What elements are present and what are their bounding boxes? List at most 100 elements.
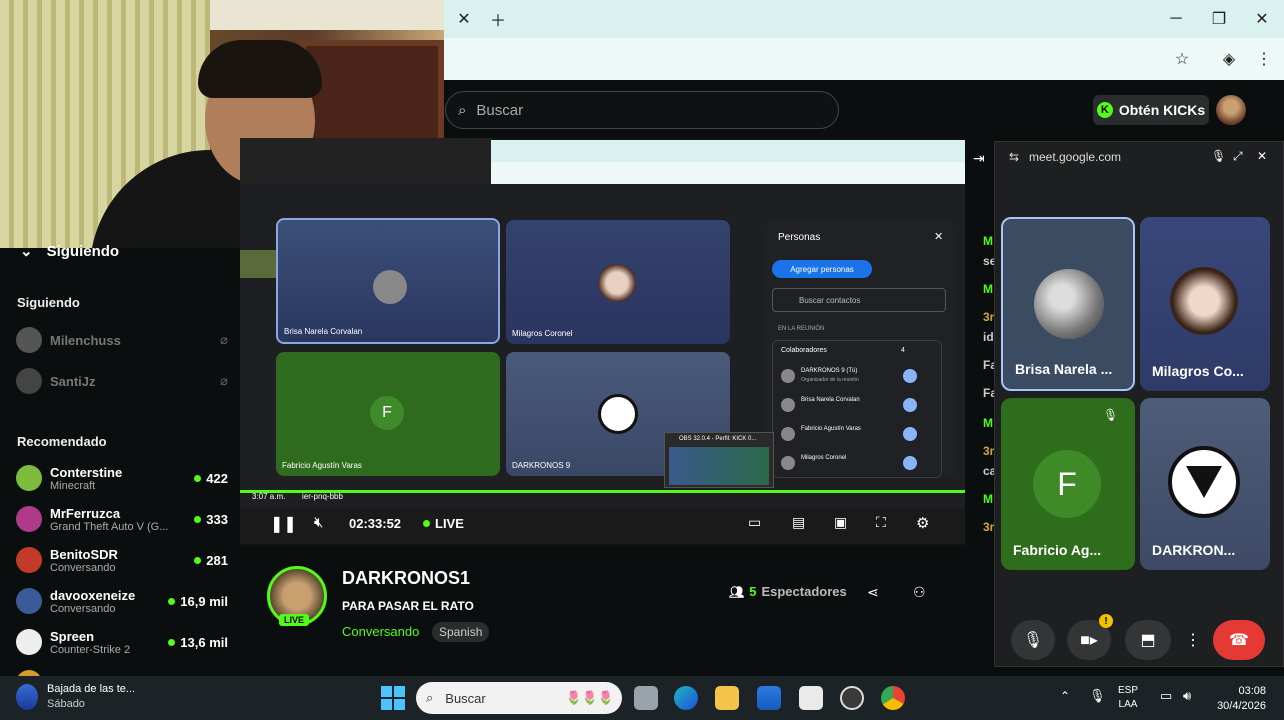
leave-call-button[interactable]: ☎ xyxy=(1213,620,1265,660)
user-avatar[interactable] xyxy=(1216,95,1246,125)
window-close-icon[interactable]: ✕ xyxy=(1248,5,1276,33)
get-kicks-button[interactable]: K Obtén KICKs xyxy=(1093,95,1209,125)
obs-icon[interactable] xyxy=(840,686,864,710)
chevron-up-icon[interactable]: ⌃ xyxy=(1060,689,1070,703)
microphone-icon[interactable]: 🎙︎ xyxy=(1089,688,1106,704)
chat-message-fragment: id xyxy=(983,330,994,344)
stream-video[interactable]: Brisa Narela Corvalan Milagros Coronel F… xyxy=(240,138,965,546)
chat-message-fragment: M xyxy=(983,282,993,296)
sidebar-item-recommended[interactable]: davooxeneize Conversando 16,9 mil xyxy=(16,583,228,619)
volume-icon[interactable]: 🔊︎ xyxy=(1183,688,1191,704)
language-indicator[interactable]: ESP LAA xyxy=(1118,684,1138,712)
taskbar-search-input[interactable]: ⌕ Buscar 🌷🌷🌷 xyxy=(416,682,622,714)
extension-icon[interactable]: ◈ xyxy=(1215,45,1243,73)
weather-icon[interactable] xyxy=(16,684,38,710)
sidebar-item-following[interactable]: Milenchuss ⌀ xyxy=(16,322,228,358)
inner-tile: F Fabricio Agustín Varas xyxy=(276,352,500,476)
meet-tile[interactable]: DARKRON... xyxy=(1140,398,1270,570)
bookmark-star-icon[interactable]: ☆ xyxy=(1168,45,1196,73)
capcut-icon[interactable] xyxy=(799,686,823,710)
category-link[interactable]: Conversando xyxy=(342,624,419,639)
pip-icon[interactable]: ▣ xyxy=(834,514,847,531)
expand-icon[interactable]: ⤢ xyxy=(1233,149,1243,164)
viewer-count: 333 xyxy=(194,512,228,527)
avatar xyxy=(16,465,42,491)
theater-icon[interactable]: ▭ xyxy=(748,514,761,531)
mic-off-icon: 🎙︎ xyxy=(1103,408,1119,422)
new-tab-icon[interactable]: ＋ xyxy=(484,5,512,33)
more-options-button[interactable]: ⋮ xyxy=(1183,620,1203,660)
participant-row: DARKRONOS 9 (Tú) Organizador de la reunió… xyxy=(781,365,936,389)
viewer-count: 13,6 mil xyxy=(168,635,228,650)
sidebar-item-recommended[interactable]: MrFerruzca Grand Theft Auto V (G... 333 xyxy=(16,501,228,537)
network-icon[interactable]: ▭ xyxy=(1160,688,1172,704)
swap-icon[interactable]: ⇆ xyxy=(1009,150,1019,164)
task-view-icon[interactable] xyxy=(634,686,658,710)
share-icon[interactable]: ⋖ xyxy=(867,584,879,601)
file-explorer-icon[interactable] xyxy=(715,686,739,710)
edge-icon[interactable] xyxy=(674,686,698,710)
maximize-icon[interactable]: ❐ xyxy=(1205,5,1233,33)
inner-tile: Milagros Coronel xyxy=(506,220,730,344)
avatar xyxy=(16,506,42,532)
participant-row: Brisa Narela Corvalan xyxy=(781,394,936,418)
start-icon[interactable] xyxy=(381,686,405,710)
person-hair xyxy=(198,40,322,98)
sidebar-item-recommended[interactable]: BenitoSDR Conversando 281 xyxy=(16,542,228,578)
minimize-icon[interactable]: ─ xyxy=(1162,5,1190,33)
sidebar-item-following[interactable]: SantiJz ⌀ xyxy=(16,363,228,399)
present-button[interactable]: ⬒ xyxy=(1125,620,1171,660)
kick-coin-icon: K xyxy=(1096,102,1113,118)
viewer-count: 281 xyxy=(194,553,228,568)
recommended-section-title: Recomendado xyxy=(17,434,107,449)
meet-url: meet.google.com xyxy=(1029,150,1122,164)
store-icon[interactable] xyxy=(757,686,781,710)
ceiling xyxy=(210,0,444,30)
mic-small-icon[interactable]: 🎙︎ xyxy=(1211,149,1226,163)
chat-message-fragment: 3r xyxy=(983,310,995,324)
close-tab-icon[interactable]: ✕ xyxy=(450,5,478,33)
close-icon[interactable]: ✕ xyxy=(1257,149,1267,163)
settings-gear-icon[interactable]: ⚙ xyxy=(916,514,929,532)
inner-browser-tabs xyxy=(491,140,965,162)
stream-time: 02:33:52 xyxy=(349,516,402,531)
stream-progress xyxy=(240,490,965,493)
audio-indicator-icon xyxy=(903,369,917,383)
sidebar-item-recommended[interactable]: Conterstine Minecraft 422 xyxy=(16,460,228,496)
channel-name[interactable]: DARKRONOS1 xyxy=(342,568,470,589)
clock[interactable]: 03:08 30/4/2026 xyxy=(1214,684,1266,714)
collapse-chat-icon[interactable]: ⇥ xyxy=(973,150,985,167)
clip-icon[interactable]: ▤ xyxy=(792,514,805,531)
language-tag[interactable]: Spanish xyxy=(432,622,490,642)
meet-tile[interactable]: Brisa Narela ... xyxy=(1001,217,1135,391)
meet-tile[interactable]: 🎙︎ F Fabricio Ag... xyxy=(1001,398,1135,570)
camera-button[interactable]: ■▸ ! xyxy=(1067,614,1113,660)
mute-icon[interactable]: 🔇︎ xyxy=(314,514,323,531)
search-icon: ⌕ xyxy=(458,101,467,119)
audio-indicator-icon xyxy=(903,456,917,470)
following-header[interactable]: ⌄ Siguiendo xyxy=(20,242,119,261)
live-badge: LIVE xyxy=(279,614,310,626)
sidebar: ⌄ Siguiendo Siguiendo Milenchuss ⌀ Santi… xyxy=(0,243,240,696)
search-input[interactable]: ⌕ Buscar xyxy=(445,91,839,129)
fullscreen-icon[interactable]: ⛶ xyxy=(876,514,886,531)
pause-icon[interactable]: ❚❚ xyxy=(270,514,297,534)
chevron-down-icon: ⌄ xyxy=(20,243,33,260)
avatar xyxy=(781,369,795,383)
darkronos-logo xyxy=(1168,446,1240,518)
weather-title[interactable]: Bajada de las te... xyxy=(47,683,135,695)
inner-browser-toolbar xyxy=(491,162,965,184)
present-screen-icon: ⬒ xyxy=(1140,632,1156,649)
follow-user-icon[interactable]: ⚇ xyxy=(913,584,926,601)
hang-up-icon: ☎ xyxy=(1229,632,1249,649)
microphone-button[interactable]: 🎙︎ xyxy=(1011,620,1055,660)
avatar xyxy=(16,547,42,573)
meet-tile[interactable]: Milagros Co... xyxy=(1140,217,1270,391)
menu-dots-icon[interactable]: ⋮ xyxy=(1250,45,1278,73)
chat-message-fragment: 3r xyxy=(983,444,995,458)
sidebar-item-recommended[interactable]: Spreen Counter-Strike 2 13,6 mil xyxy=(16,624,228,660)
avatar xyxy=(781,456,795,470)
chrome-icon[interactable] xyxy=(881,686,905,710)
users-icon: 👥︎ xyxy=(729,584,745,599)
channel-info: LIVE DARKRONOS1 PARA PASAR EL RATO Conve… xyxy=(240,546,994,676)
